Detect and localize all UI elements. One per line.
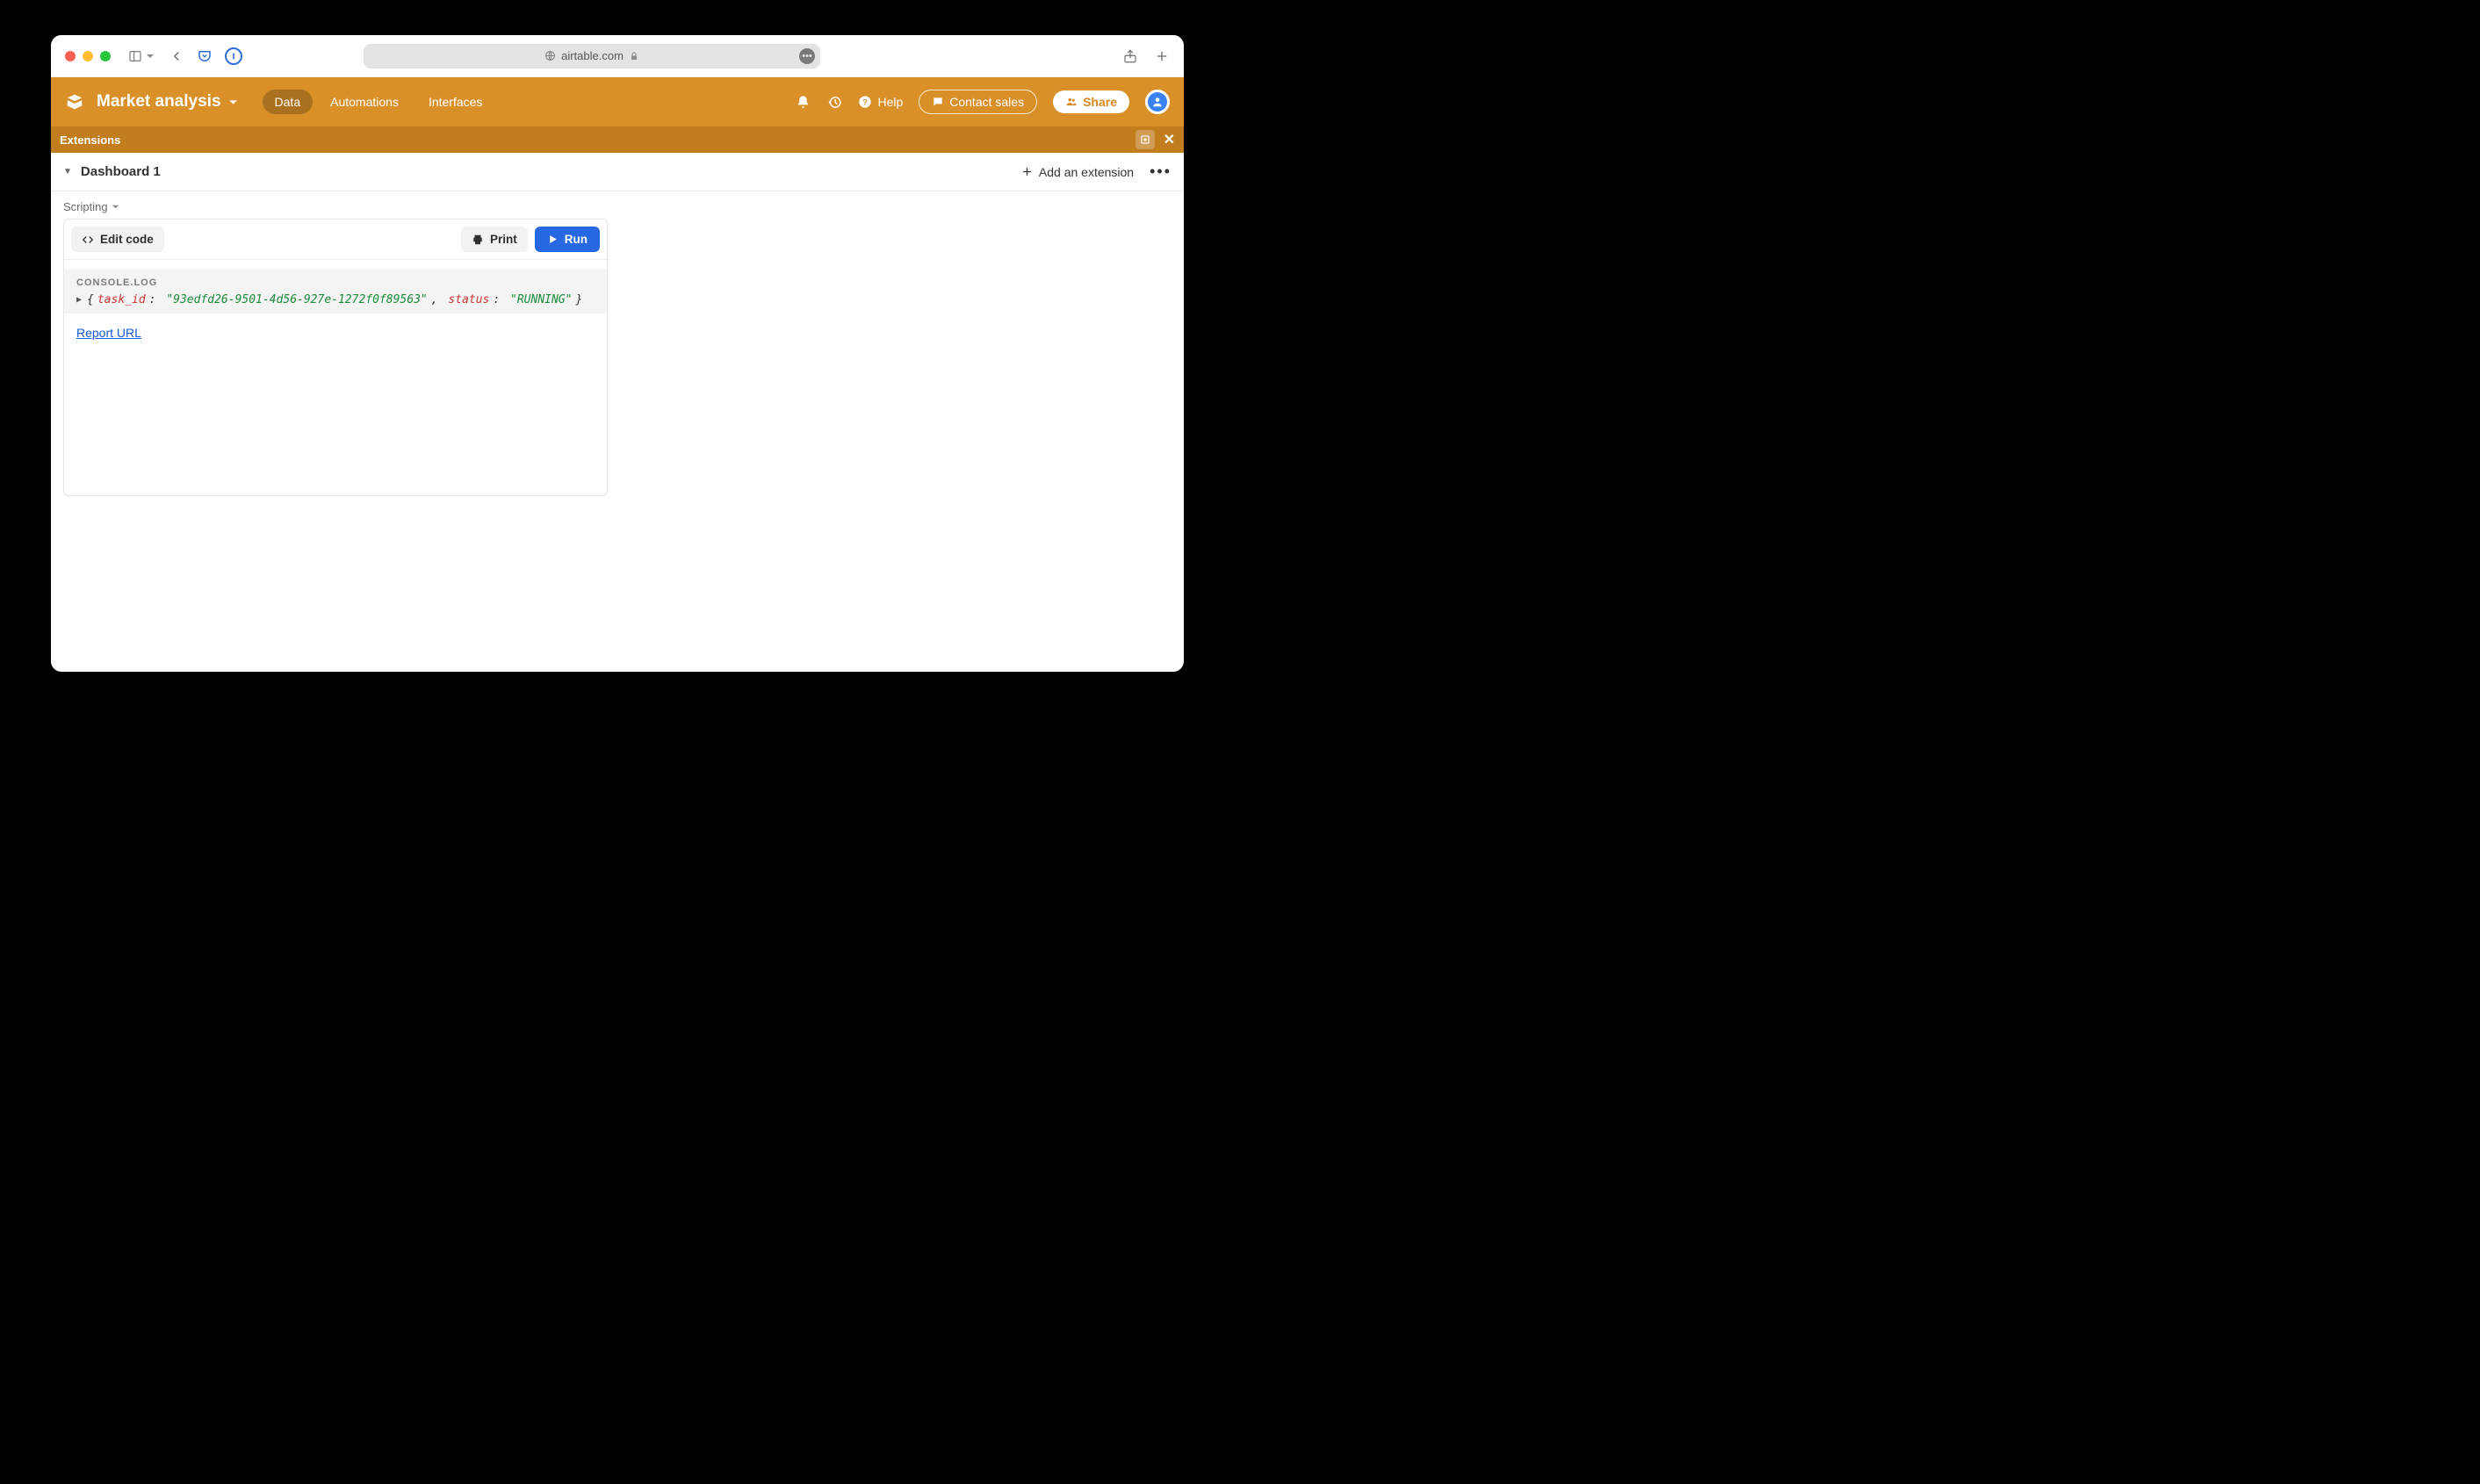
run-button[interactable]: Run — [535, 227, 600, 252]
share-button[interactable]: Share — [1053, 90, 1129, 113]
page-actions-icon[interactable]: ••• — [799, 48, 815, 64]
window-close-icon[interactable] — [65, 51, 76, 61]
printer-icon — [472, 234, 484, 246]
extensions-title: Extensions — [60, 133, 120, 147]
console-log-label: CONSOLE.LOG — [76, 277, 595, 288]
scripting-panel: Edit code Print Run CONSOLE.LOG ▶{task_i… — [63, 219, 608, 496]
account-avatar[interactable] — [1145, 90, 1170, 114]
app-header: Market analysis Data Automations Interfa… — [51, 77, 1184, 126]
scripting-label-text: Scripting — [63, 200, 108, 213]
extension-block-title[interactable]: Scripting — [51, 191, 1184, 219]
tab-interfaces[interactable]: Interfaces — [416, 90, 494, 114]
url-host: airtable.com — [561, 49, 624, 62]
log-key-status: status — [448, 293, 489, 306]
log-val-status: "RUNNING" — [510, 293, 572, 306]
airtable-logo-icon[interactable] — [65, 92, 84, 112]
plus-icon — [1020, 165, 1034, 178]
play-icon — [547, 234, 559, 245]
help-label: Help — [877, 95, 903, 109]
caret-down-icon — [112, 203, 119, 211]
report-url-link[interactable]: Report URL — [76, 326, 141, 340]
window-minimize-icon[interactable] — [83, 51, 93, 61]
pocket-icon[interactable] — [197, 48, 213, 64]
chevron-down-icon — [228, 97, 238, 107]
dashboard-header: ▼ Dashboard 1 Add an extension ••• — [51, 153, 1184, 191]
code-icon — [82, 234, 94, 246]
tab-data[interactable]: Data — [263, 90, 314, 114]
contact-sales-label: Contact sales — [949, 95, 1024, 109]
base-name[interactable]: Market analysis — [97, 92, 238, 112]
add-extension-button[interactable]: Add an extension — [1020, 165, 1134, 179]
scripting-toolbar: Edit code Print Run — [64, 220, 607, 260]
person-icon — [1151, 96, 1164, 108]
disclosure-triangle-icon[interactable]: ▶ — [76, 295, 82, 305]
notifications-icon[interactable] — [795, 94, 811, 110]
run-label: Run — [565, 233, 588, 246]
history-icon[interactable] — [826, 94, 842, 110]
close-extensions-icon[interactable]: ✕ — [1164, 131, 1175, 148]
contact-sales-button[interactable]: Contact sales — [919, 90, 1037, 114]
browser-window: airtable.com ••• Market analysis Data Au… — [51, 35, 1184, 672]
share-icon[interactable] — [1122, 48, 1138, 64]
add-extension-label: Add an extension — [1039, 165, 1134, 179]
globe-icon — [544, 50, 556, 61]
log-val-taskid: "93edfd26-9501-4d56-927e-1272f0f89563" — [166, 293, 427, 306]
extensions-bar: Extensions ✕ — [51, 126, 1184, 153]
chat-icon — [932, 96, 944, 108]
window-zoom-icon[interactable] — [100, 51, 111, 61]
new-tab-icon[interactable] — [1154, 48, 1170, 64]
svg-text:?: ? — [863, 97, 869, 106]
log-key-taskid: task_id — [97, 293, 146, 306]
lock-icon — [629, 51, 639, 61]
dashboard-more-icon[interactable]: ••• — [1150, 162, 1172, 181]
console-output: CONSOLE.LOG ▶{task_id: "93edfd26-9501-4d… — [64, 269, 607, 313]
nav-tabs: Data Automations Interfaces — [263, 90, 495, 114]
tab-automations[interactable]: Automations — [318, 90, 411, 114]
browser-toolbar: airtable.com ••• — [51, 35, 1184, 77]
sidebar-toggle[interactable] — [126, 49, 155, 63]
share-label: Share — [1083, 95, 1117, 109]
back-button[interactable] — [169, 48, 184, 64]
fullscreen-icon[interactable] — [1135, 130, 1155, 149]
onepassword-icon[interactable] — [225, 47, 242, 65]
edit-code-button[interactable]: Edit code — [71, 227, 164, 252]
address-bar[interactable]: airtable.com ••• — [364, 44, 820, 68]
dashboard-title[interactable]: Dashboard 1 — [81, 164, 161, 179]
help-button[interactable]: ? Help — [858, 95, 903, 109]
help-icon: ? — [858, 95, 872, 109]
window-controls — [65, 51, 111, 61]
collapse-caret-icon[interactable]: ▼ — [63, 167, 72, 176]
people-icon — [1065, 96, 1078, 108]
script-output-body: Report URL — [64, 313, 607, 354]
print-button[interactable]: Print — [461, 227, 528, 252]
edit-code-label: Edit code — [100, 233, 154, 246]
base-name-text: Market analysis — [97, 92, 221, 112]
print-label: Print — [490, 233, 517, 246]
console-log-line[interactable]: ▶{task_id: "93edfd26-9501-4d56-927e-1272… — [76, 293, 595, 306]
